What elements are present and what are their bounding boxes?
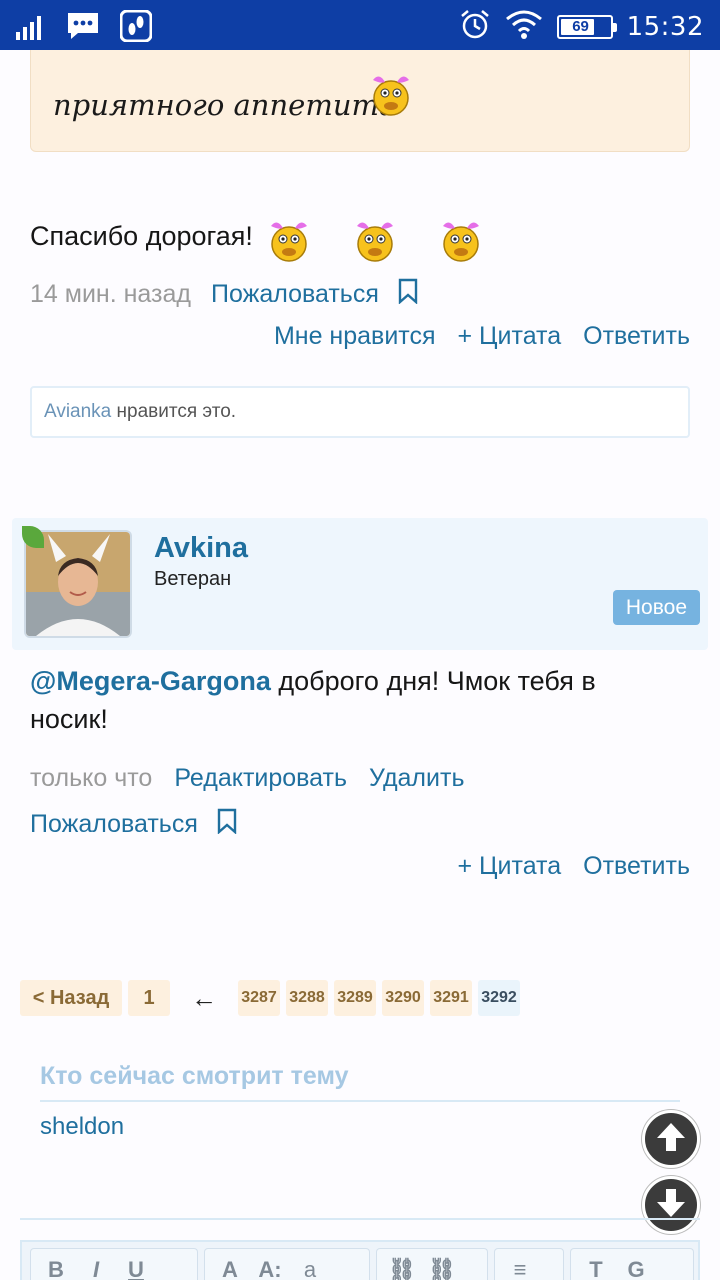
alarm-icon — [459, 8, 491, 45]
toolbar-group-font: A A: a — [204, 1248, 370, 1280]
toolbar-group-misc: T G — [570, 1248, 694, 1280]
toolbar-group-text: B I U — [30, 1248, 198, 1280]
smiley-icon — [345, 216, 405, 266]
font-size-button[interactable]: A: — [255, 1257, 285, 1280]
post-actions: Мне нравится + Цитата Ответить — [274, 322, 690, 351]
font-color-button[interactable]: A — [215, 1257, 245, 1280]
page-link[interactable]: 3289 — [334, 980, 376, 1016]
likes-text: нравится это. — [116, 401, 237, 422]
post-text: @Megera-Gargona доброго дня! Чмок тебя в… — [30, 662, 680, 738]
post-actions: + Цитата Ответить — [458, 852, 690, 881]
toolbar-group-link: ⛓ ⛓ — [376, 1248, 488, 1280]
author-card: Avkina Ветеран Новое — [12, 518, 708, 650]
pagination: < Назад 1 ← 3287 3288 3289 3290 3291 329… — [20, 979, 520, 1017]
report-link[interactable]: Пожаловаться — [211, 280, 379, 309]
author-rank: Ветеран — [154, 568, 232, 590]
font-face-button[interactable]: a — [295, 1257, 325, 1280]
quote-text: приятного аппетита — [53, 88, 397, 122]
bold-button[interactable]: B — [41, 1257, 71, 1280]
underline-button[interactable]: U — [121, 1257, 151, 1280]
editor-toolbar: B I U A A: a ⛓ ⛓ ≡ T G — [20, 1240, 700, 1280]
left-arrow-icon[interactable]: ← — [186, 983, 222, 1014]
viewers-title: Кто сейчас смотрит тему — [40, 1062, 680, 1102]
reply-button[interactable]: Ответить — [583, 322, 690, 351]
author-name[interactable]: Avkina — [154, 532, 248, 565]
smiley-icon — [259, 216, 319, 266]
align-button[interactable]: ≡ — [505, 1257, 535, 1280]
foot-app-icon — [119, 9, 153, 47]
likes-summary: Avianka нравится это. — [30, 386, 690, 438]
clock: 15:32 — [626, 11, 704, 42]
reply-button[interactable]: Ответить — [583, 852, 690, 881]
prev-page-button[interactable]: < Назад — [20, 980, 122, 1016]
status-bar: 69 15:32 — [0, 0, 720, 50]
unlink-button[interactable]: ⛓ — [427, 1257, 457, 1280]
link-button[interactable]: ⛓ — [387, 1257, 417, 1280]
wifi-icon — [505, 8, 543, 45]
post-text: Спасибо дорогая! — [30, 221, 253, 251]
edit-link[interactable]: Редактировать — [174, 764, 347, 793]
quote-button[interactable]: + Цитата — [458, 322, 562, 351]
report-link[interactable]: Пожаловаться — [30, 810, 198, 839]
post-meta-2: Пожаловаться — [30, 808, 238, 841]
scroll-up-button[interactable] — [642, 1110, 700, 1168]
battery-level: 69 — [572, 18, 589, 35]
editor-divider — [20, 1218, 700, 1220]
viewer-link[interactable]: sheldon — [40, 1113, 124, 1141]
quote-block: приятного аппетита — [30, 50, 690, 152]
delete-link[interactable]: Удалить — [369, 764, 464, 793]
page-link[interactable]: 3288 — [286, 980, 328, 1016]
battery-icon: 69 — [556, 14, 617, 39]
italic-button[interactable]: I — [81, 1257, 111, 1280]
bookmark-icon[interactable] — [397, 278, 419, 311]
page-link[interactable]: 1 — [128, 980, 170, 1016]
arrow-up-icon — [654, 1120, 688, 1159]
post-meta: только что Редактировать Удалить — [30, 764, 464, 793]
page-link[interactable]: 3287 — [238, 980, 280, 1016]
page-link[interactable]: 3290 — [382, 980, 424, 1016]
smiley-icon — [431, 216, 491, 266]
post-time: 14 мин. назад — [30, 280, 191, 308]
post-meta: 14 мин. назад Пожаловаться — [30, 278, 419, 311]
post-time: только что — [30, 764, 153, 792]
clear-format-button[interactable]: T — [581, 1257, 611, 1280]
scroll-down-button[interactable] — [642, 1176, 700, 1234]
toolbar-group-align: ≡ — [494, 1248, 564, 1280]
new-badge: Новое — [612, 590, 700, 625]
post-body: Спасибо дорогая! — [30, 196, 491, 266]
current-page: 3292 — [478, 980, 520, 1016]
mention-link[interactable]: @Megera-Gargona — [30, 666, 271, 696]
quote-button[interactable]: + Цитата — [458, 852, 562, 881]
like-button[interactable]: Мне нравится — [274, 322, 436, 351]
bookmark-icon[interactable] — [216, 808, 238, 841]
message-icon — [66, 11, 100, 46]
page-link[interactable]: 3291 — [430, 980, 472, 1016]
liker-link[interactable]: Avianka — [44, 401, 111, 422]
eating-smiley-icon — [361, 70, 421, 120]
signal-icon — [14, 12, 46, 45]
smiley-group — [259, 216, 491, 266]
more-button[interactable]: G — [621, 1257, 651, 1280]
